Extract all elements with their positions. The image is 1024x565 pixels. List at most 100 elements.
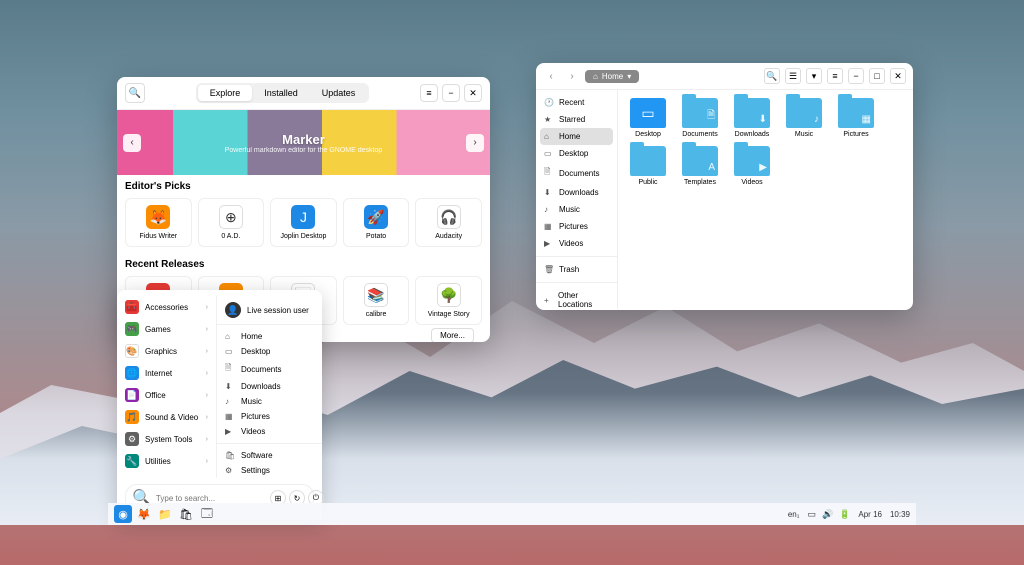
sidebar-label: Downloads [559,188,599,197]
software-center-tabs: Explore Installed Updates [196,83,370,103]
app-tile[interactable]: 📚 calibre [343,276,410,325]
forward-button[interactable]: › [564,68,580,84]
maximize-button[interactable]: □ [869,68,885,84]
app-icon: 🌳 [437,283,461,307]
search-button[interactable]: 🔍 [764,68,780,84]
minimize-button[interactable]: − [848,68,864,84]
sidebar-item[interactable]: ⬇ Downloads [536,184,617,201]
banner-next-button[interactable]: › [466,134,484,152]
banner-prev-button[interactable]: ‹ [123,134,141,152]
sidebar-item[interactable]: ▶ Videos [536,235,617,252]
more-button[interactable]: More... [431,328,474,342]
menu-button[interactable]: ≡ [420,84,438,102]
folder[interactable]: ⬇ Downloads [730,98,774,138]
menu-category[interactable]: 🎨 Graphics › [117,340,216,362]
system-tray[interactable]: ▭ 🔊 🔋 [807,509,850,520]
app-tile[interactable]: ⊕ 0 A.D. [198,198,265,247]
menu-system-item[interactable]: ⚙ Settings [217,463,322,478]
menu-place[interactable]: ▭ Desktop [217,344,322,359]
files-icon[interactable]: 📁 [156,505,174,523]
category-icon: 🎵 [125,410,139,424]
app-tile[interactable]: 🦊 Fidus Writer [125,198,192,247]
volume-icon[interactable]: 🔊 [822,509,833,520]
app-tile[interactable]: J Joplin Desktop [270,198,337,247]
menu-place[interactable]: ⌂ Home [217,329,322,344]
category-label: Utilities [145,457,171,466]
app-tile[interactable]: 🌳 Vintage Story [415,276,482,325]
hamburger-menu-button[interactable]: ≡ [827,68,843,84]
date-label[interactable]: Apr 16 [858,510,882,519]
menu-place[interactable]: ⬇ Downloads [217,379,322,394]
chevron-right-icon: › [206,348,208,355]
folder-icon: ⬇ [734,98,770,128]
back-button[interactable]: ‹ [543,68,559,84]
sidebar-item[interactable]: 🗑 Trash [536,261,617,278]
menu-category[interactable]: 📄 Office › [117,384,216,406]
menu-system-item[interactable]: 🛍 Software [217,448,322,463]
close-button[interactable]: ✕ [890,68,906,84]
view-options-button[interactable]: ▾ [806,68,822,84]
software-icon[interactable]: 🛍 [177,505,195,523]
start-menu-button[interactable]: ◉ [114,505,132,523]
menu-user[interactable]: 👤 Live session user [217,296,322,325]
network-icon[interactable]: ▭ [807,509,816,520]
sidebar-item[interactable]: ♪ Music [536,201,617,218]
sidebar-item[interactable]: ▭ Desktop [536,145,617,162]
sidebar-other-locations[interactable]: + Other Locations [536,287,617,309]
place-icon: ♪ [225,397,235,406]
menu-place[interactable]: ▦ Pictures [217,409,322,424]
sidebar-item[interactable]: ★ Starred [536,111,617,128]
folder[interactable]: A Templates [678,146,722,186]
folder-emblem: 🗎 [707,108,715,125]
minimize-button[interactable]: − [442,84,460,102]
place-label: Music [241,397,262,406]
tab-explore[interactable]: Explore [198,85,253,101]
chevron-right-icon: › [206,436,208,443]
folder[interactable]: Public [626,146,670,186]
running-app-icon[interactable]: 🗔 [198,505,216,523]
sidebar-label: Home [559,132,580,141]
sidebar-label: Music [559,205,580,214]
menu-category[interactable]: 🧰 Accessories › [117,296,216,318]
menu-category[interactable]: ⚙ System Tools › [117,428,216,450]
app-tile[interactable]: 🚀 Potato [343,198,410,247]
tab-installed[interactable]: Installed [252,85,310,101]
sidebar-item[interactable]: ▦ Pictures [536,218,617,235]
menu-place[interactable]: 🗎 Documents [217,359,322,379]
path-bar[interactable]: ⌂ Home ▾ [585,70,639,83]
battery-icon[interactable]: 🔋 [839,509,850,520]
tab-updates[interactable]: Updates [310,85,368,101]
menu-places: ⌂ Home ▭ Desktop 🗎 Documents ⬇ Downloads… [217,329,322,439]
firefox-icon[interactable]: 🦊 [135,505,153,523]
category-label: Internet [145,369,172,378]
language-indicator[interactable]: en₁ [788,510,800,519]
system-label: Settings [241,466,270,475]
menu-category[interactable]: 🌐 Internet › [117,362,216,384]
sidebar-item[interactable]: 🕐 Recent [536,94,617,111]
folder[interactable]: 🗎 Documents [678,98,722,138]
menu-place[interactable]: ♪ Music [217,394,322,409]
app-tile[interactable]: 🎧 Audacity [415,198,482,247]
folder[interactable]: ♪ Music [782,98,826,138]
featured-banner[interactable]: ‹ Marker Powerful markdown editor for th… [117,110,490,175]
sidebar-item[interactable]: ⌂ Home [540,128,613,145]
folder[interactable]: ▭ Desktop [626,98,670,138]
category-icon: 📄 [125,388,139,402]
folder[interactable]: ▦ Pictures [834,98,878,138]
app-icon: 🚀 [364,205,388,229]
view-toggle-button[interactable]: ☰ [785,68,801,84]
taskbar-launchers: ◉ 🦊 📁 🛍 🗔 [114,505,216,523]
menu-category[interactable]: 🎮 Games › [117,318,216,340]
application-menu: 🧰 Accessories › 🎮 Games › 🎨 Graphics › 🌐… [117,290,322,520]
files-content[interactable]: ▭ Desktop 🗎 Documents ⬇ Downloads ♪ Musi… [618,90,913,309]
menu-category[interactable]: 🔧 Utilities › [117,450,216,472]
folder[interactable]: ▶ Videos [730,146,774,186]
menu-category[interactable]: 🎵 Sound & Video › [117,406,216,428]
sidebar-item[interactable]: 🗎 Documents [536,162,617,184]
time-label[interactable]: 10:39 [890,510,910,519]
close-button[interactable]: ✕ [464,84,482,102]
folder-emblem: ⬇ [759,114,767,125]
menu-search-input[interactable] [156,494,266,503]
menu-place[interactable]: ▶ Videos [217,424,322,439]
search-button[interactable]: 🔍 [125,83,145,103]
